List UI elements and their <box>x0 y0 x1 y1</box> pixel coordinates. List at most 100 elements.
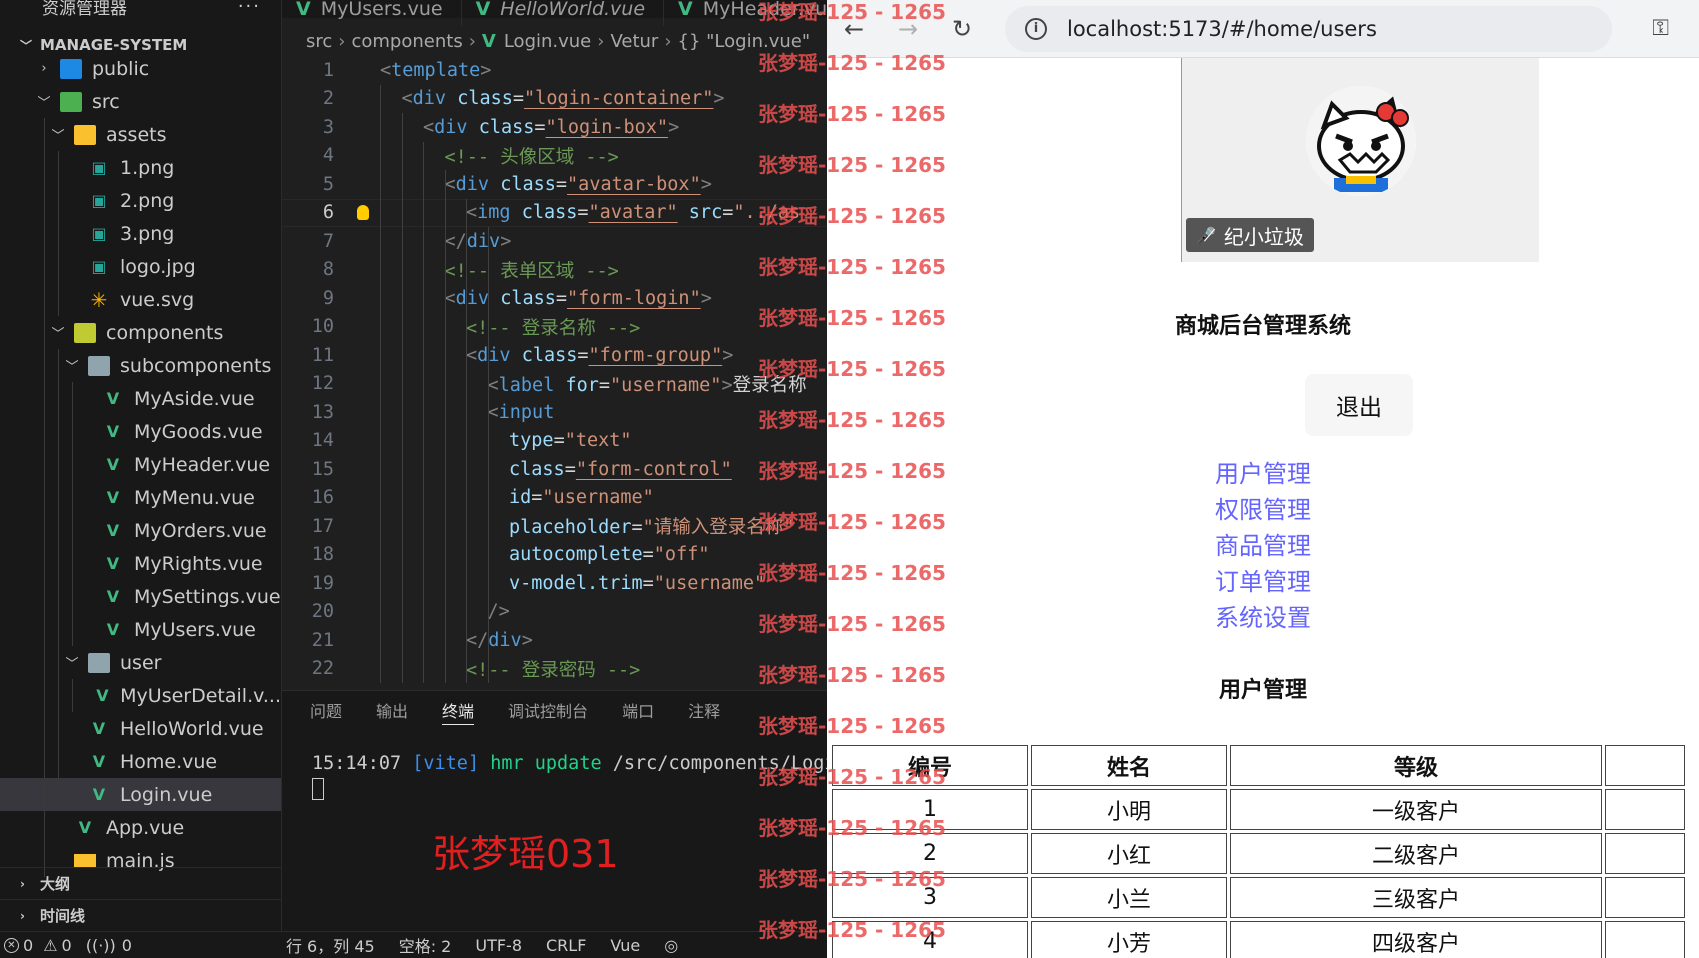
problems-indicator[interactable]: ✕ 0 ⚠ 0 <box>4 936 72 955</box>
tree-item[interactable]: V Home.vue <box>0 745 281 778</box>
outline-section[interactable]: › 大纲 <box>0 867 281 899</box>
lightbulb-icon[interactable] <box>357 205 369 221</box>
code-line[interactable]: 13 <input <box>282 398 827 427</box>
editor-tab[interactable]: V HelloWorld.vue <box>462 0 665 26</box>
tree-item[interactable]: V MyAside.vue <box>0 382 281 415</box>
tree-item[interactable]: ﹀ user <box>0 646 281 679</box>
timeline-section[interactable]: › 时间线 <box>0 899 281 931</box>
nav-menu-link[interactable]: 权限管理 <box>827 492 1699 528</box>
code-line[interactable]: 21 </div> <box>282 626 827 655</box>
panel-tab[interactable]: 调试控制台 <box>508 691 588 729</box>
indentation[interactable]: 空格: 2 <box>399 933 452 957</box>
breadcrumb-item[interactable]: src <box>306 31 332 52</box>
code-line[interactable]: 14 type="text" <box>282 427 827 456</box>
tree-item[interactable]: ▣ 2.png <box>0 184 281 217</box>
folder-icon <box>88 355 110 376</box>
tree-item-label: components <box>106 321 224 344</box>
tree-item[interactable]: ▣ 1.png <box>0 151 281 184</box>
tree-item[interactable]: V MySettings.vue <box>0 580 281 613</box>
tree-item[interactable]: V Login.vue <box>0 778 281 811</box>
tree-item[interactable]: V MyOrders.vue <box>0 514 281 547</box>
code-line[interactable]: 22 <!-- 登录密码 --> <box>282 655 827 684</box>
tree-item[interactable]: V MyUserDetail.v... <box>0 679 281 712</box>
code-line[interactable]: 17 placeholder="请输入登录名称" <box>282 512 827 541</box>
tree-item[interactable]: V MyUsers.vue <box>0 613 281 646</box>
tree-item[interactable]: ﹀ assets <box>0 118 281 151</box>
tree-item[interactable]: ﹀ src <box>0 85 281 118</box>
tree-item[interactable]: V HelloWorld.vue <box>0 712 281 745</box>
panel-tab[interactable]: 输出 <box>376 691 408 729</box>
panel-tab[interactable]: 端口 <box>622 691 654 729</box>
password-key-icon[interactable]: ⚿ <box>1652 16 1669 41</box>
panel-tab[interactable]: 问题 <box>310 691 342 729</box>
tree-item[interactable]: ✳ vue.svg <box>0 283 281 316</box>
tree-item[interactable]: ▣ 3.png <box>0 217 281 250</box>
site-title: 商城后台管理系统 <box>1174 314 1351 339</box>
code-line[interactable]: 18 autocomplete="off" <box>282 541 827 570</box>
ports-indicator[interactable]: ((·)) 0 <box>86 936 132 955</box>
code-line[interactable]: 12 <label for="username">登录名称 <box>282 370 827 399</box>
code-line[interactable]: 9 <div class="form-login"> <box>282 284 827 313</box>
code-line[interactable]: 20/> <box>282 598 827 627</box>
back-arrow-icon[interactable]: ← <box>827 15 881 43</box>
avatar <box>1306 86 1416 196</box>
code-line[interactable]: 19 v-model.trim="username" <box>282 569 827 598</box>
nav-menu-link[interactable]: 用户管理 <box>827 456 1699 492</box>
code-line[interactable]: 16 id="username" <box>282 484 827 513</box>
terminal-cursor[interactable] <box>312 778 324 800</box>
panel-tab[interactable]: 终端 <box>442 691 475 729</box>
code-line[interactable]: 7 </div> <box>282 227 827 256</box>
tree-item[interactable]: V MyGoods.vue <box>0 415 281 448</box>
encoding[interactable]: UTF-8 <box>475 936 522 955</box>
line-number: 10 <box>311 316 334 338</box>
language-mode[interactable]: Vue <box>610 936 640 955</box>
tree-item-label: MyAside.vue <box>134 387 255 410</box>
code-area[interactable]: 1 <template> 2 <div class="login-container"… <box>282 56 827 683</box>
tree-item[interactable]: ﹀ components <box>0 316 281 349</box>
code-line[interactable]: 8 <!-- 表单区域 --> <box>282 256 827 285</box>
tree-item[interactable]: V MyHeader.vue <box>0 448 281 481</box>
code-line[interactable]: 15 class="form-control" <box>282 455 827 484</box>
nav-menu-link[interactable]: 系统设置 <box>827 600 1699 636</box>
code-line[interactable]: 3 <div class="login-box"> <box>282 113 827 142</box>
address-bar[interactable]: i localhost:5173/#/home/users <box>1005 5 1613 52</box>
folder-icon <box>60 91 82 112</box>
panel-tab[interactable]: 注释 <box>688 691 720 729</box>
code-line[interactable]: 4 <!-- 头像区域 --> <box>282 142 827 171</box>
code-line[interactable]: 5 <div class="avatar-box"> <box>282 170 827 199</box>
code-line[interactable]: 6 <img class="avatar" src="../as <box>282 198 827 227</box>
editor-tab[interactable]: V MyHeader.vue <box>664 0 827 26</box>
broadcast-status-icon[interactable]: ◎ <box>664 936 678 955</box>
breadcrumb-item[interactable]: Login.vue <box>504 31 591 52</box>
cursor-position[interactable]: 行 6，列 45 <box>286 933 375 957</box>
nav-menu-link[interactable]: 商品管理 <box>827 528 1699 564</box>
code-line[interactable]: 11 <div class="form-group"> <box>282 341 827 370</box>
forward-arrow-icon[interactable]: → <box>881 15 935 43</box>
tree-item[interactable]: V App.vue <box>0 811 281 844</box>
code-line[interactable]: 1 <template> <box>282 56 827 85</box>
tree-item[interactable]: V MyMenu.vue <box>0 481 281 514</box>
breadcrumb-item[interactable]: Vetur <box>610 31 658 52</box>
breadcrumb-item[interactable]: components <box>351 31 462 52</box>
breadcrumb-item[interactable]: {} "Login.vue" <box>678 31 811 52</box>
line-number: 17 <box>311 515 334 537</box>
indent-guide <box>58 349 59 382</box>
more-actions-icon[interactable]: ··· <box>238 0 261 17</box>
tree-item[interactable]: ▣ logo.jpg <box>0 250 281 283</box>
logout-button[interactable]: 退出 <box>1305 374 1413 436</box>
code-line[interactable]: 2 <div class="login-container"> <box>282 85 827 114</box>
tree-item[interactable]: › public <box>0 52 281 85</box>
tree-item[interactable]: V MyRights.vue <box>0 547 281 580</box>
nav-menu-link[interactable]: 订单管理 <box>827 564 1699 600</box>
line-ending[interactable]: CRLF <box>546 936 586 955</box>
indent-guide <box>44 250 45 283</box>
file-tree: › public ﹀ src ﹀ assets ▣ 1.png ▣ 2.png ▣ 3.png ▣ log… <box>0 52 281 877</box>
tree-item-label: user <box>120 651 162 674</box>
code-line[interactable]: 10 <!-- 登录名称 --> <box>282 313 827 342</box>
tree-item[interactable]: ﹀ subcomponents <box>0 349 281 382</box>
editor-tab[interactable]: V MyUsers.vue <box>282 0 462 26</box>
site-info-icon[interactable]: i <box>1025 17 1047 40</box>
table-row: 3 小兰 三级客户 <box>832 877 1685 918</box>
reload-icon[interactable]: ↻ <box>935 15 989 43</box>
indent-guide <box>72 679 73 712</box>
